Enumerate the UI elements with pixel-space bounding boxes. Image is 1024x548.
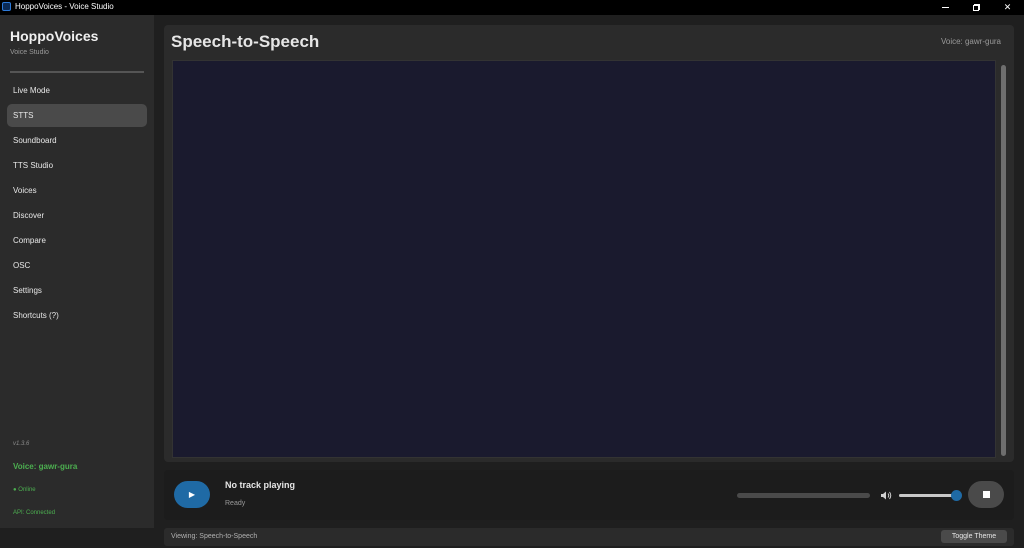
status-bar: Viewing: Speech-to-Speech Toggle Theme [164, 528, 1014, 546]
page-title: Speech-to-Speech [171, 32, 320, 51]
current-voice-label: Voice: gawr-gura [13, 462, 78, 471]
online-status: ● Online [13, 487, 36, 493]
content-area [172, 60, 996, 458]
volume-icon[interactable] [880, 490, 892, 501]
sidebar-item-compare[interactable]: Compare [7, 229, 147, 252]
sidebar-divider [10, 71, 144, 73]
sidebar-item-osc[interactable]: OSC [7, 254, 147, 277]
sidebar-item-tts-studio[interactable]: TTS Studio [7, 154, 147, 177]
minimize-button[interactable] [930, 0, 961, 15]
toggle-theme-button[interactable]: Toggle Theme [941, 530, 1007, 543]
sidebar-item-shortcuts[interactable]: Shortcuts (?) [7, 304, 147, 327]
version-label: v1.3.6 [13, 441, 30, 447]
window-title: HoppoVoices - Voice Studio [15, 2, 114, 11]
voice-indicator: Voice: gawr-gura [940, 37, 1001, 46]
sidebar-item-settings[interactable]: Settings [7, 279, 147, 302]
sidebar: HoppoVoices Voice Studio Live Mode STTS … [0, 15, 154, 528]
track-status: Ready [225, 500, 246, 507]
restore-button[interactable] [961, 0, 992, 15]
app-name: HoppoVoices [10, 28, 99, 44]
close-button[interactable]: ✕ [992, 0, 1023, 15]
sidebar-item-discover[interactable]: Discover [7, 204, 147, 227]
volume-fill [899, 494, 956, 497]
sidebar-item-stts[interactable]: STTS [7, 104, 147, 127]
window-title-bar: HoppoVoices - Voice Studio ✕ [0, 0, 1024, 15]
app-icon [2, 2, 11, 11]
main-panel: Speech-to-Speech Voice: gawr-gura [164, 25, 1014, 462]
stop-button[interactable] [968, 481, 1004, 508]
sidebar-item-soundboard[interactable]: Soundboard [7, 129, 147, 152]
player-bar: ▶ No track playing Ready [164, 470, 1014, 520]
scrollbar[interactable] [998, 60, 1010, 458]
sidebar-item-voices[interactable]: Voices [7, 179, 147, 202]
app-subtitle: Voice Studio [10, 49, 49, 56]
viewing-label: Viewing: Speech-to-Speech [171, 533, 258, 540]
sidebar-item-live-mode[interactable]: Live Mode [7, 79, 147, 102]
play-button[interactable]: ▶ [174, 481, 210, 508]
play-icon: ▶ [188, 490, 196, 499]
volume-slider[interactable] [899, 490, 962, 501]
progress-bar[interactable] [737, 493, 870, 498]
track-title: No track playing [225, 480, 296, 490]
scrollbar-thumb[interactable] [1001, 65, 1006, 456]
sidebar-nav: Live Mode STTS Soundboard TTS Studio Voi… [7, 79, 147, 329]
api-status: API: Connected [13, 510, 56, 516]
volume-knob[interactable] [950, 490, 962, 501]
